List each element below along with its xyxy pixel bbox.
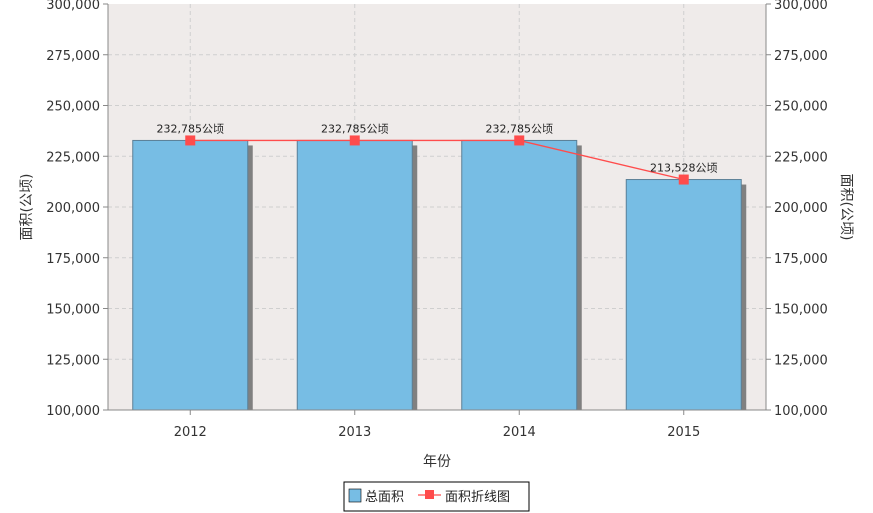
y-tick-label-right: 100,000 [774,404,828,419]
y-tick-label-right: 125,000 [774,353,828,368]
y-tick-label-left: 125,000 [46,353,100,368]
y-tick-label-left: 225,000 [46,150,100,165]
line-marker [514,135,525,146]
y-tick-label-left: 250,000 [46,100,100,115]
legend-line-marker [425,490,434,499]
y-tick-label-left: 300,000 [46,0,100,13]
legend-label-bar: 总面积 [365,490,404,505]
legend[interactable]: 总面积 面积折线图 [343,481,530,512]
line-marker [185,135,196,146]
line-marker [349,135,360,146]
y-tick-label-left: 275,000 [46,49,100,64]
y-tick-label-right: 250,000 [774,100,828,115]
bar [461,139,578,411]
y-axis-title-right: 面积(公顷) [838,174,854,241]
data-label: 232,785公顷 [157,122,225,135]
bar [296,139,413,411]
x-axis-title: 年份 [423,454,451,470]
legend-bar-swatch [348,488,362,503]
y-tick-label-left: 175,000 [46,252,100,267]
data-label: 213,528公顷 [650,162,718,175]
line-marker [678,174,689,185]
y-tick-label-right: 225,000 [774,150,828,165]
legend-label-line: 面积折线图 [445,490,510,505]
data-label: 232,785公顷 [321,122,389,135]
x-tick-label: 2015 [667,425,700,440]
y-tick-label-left: 150,000 [46,303,100,318]
x-tick-label: 2014 [503,425,536,440]
y-tick-label-right: 300,000 [774,0,828,13]
y-tick-label-right: 275,000 [774,49,828,64]
chart: 232,785公顷 232,785公顷 232,785公顷 213,528公顷 100… [19,0,854,512]
y-tick-label-right: 150,000 [774,303,828,318]
bar [132,139,249,411]
bar [625,179,742,411]
y-tick-label-right: 200,000 [774,201,828,216]
y-tick-label-left: 200,000 [46,201,100,216]
y-axis-title-left: 面积(公顷) [19,174,35,241]
y-tick-label-right: 175,000 [774,252,828,267]
data-label: 232,785公顷 [486,122,554,135]
x-tick-label: 2013 [338,425,371,440]
x-tick-label: 2012 [174,425,207,440]
y-tick-label-left: 100,000 [46,404,100,419]
